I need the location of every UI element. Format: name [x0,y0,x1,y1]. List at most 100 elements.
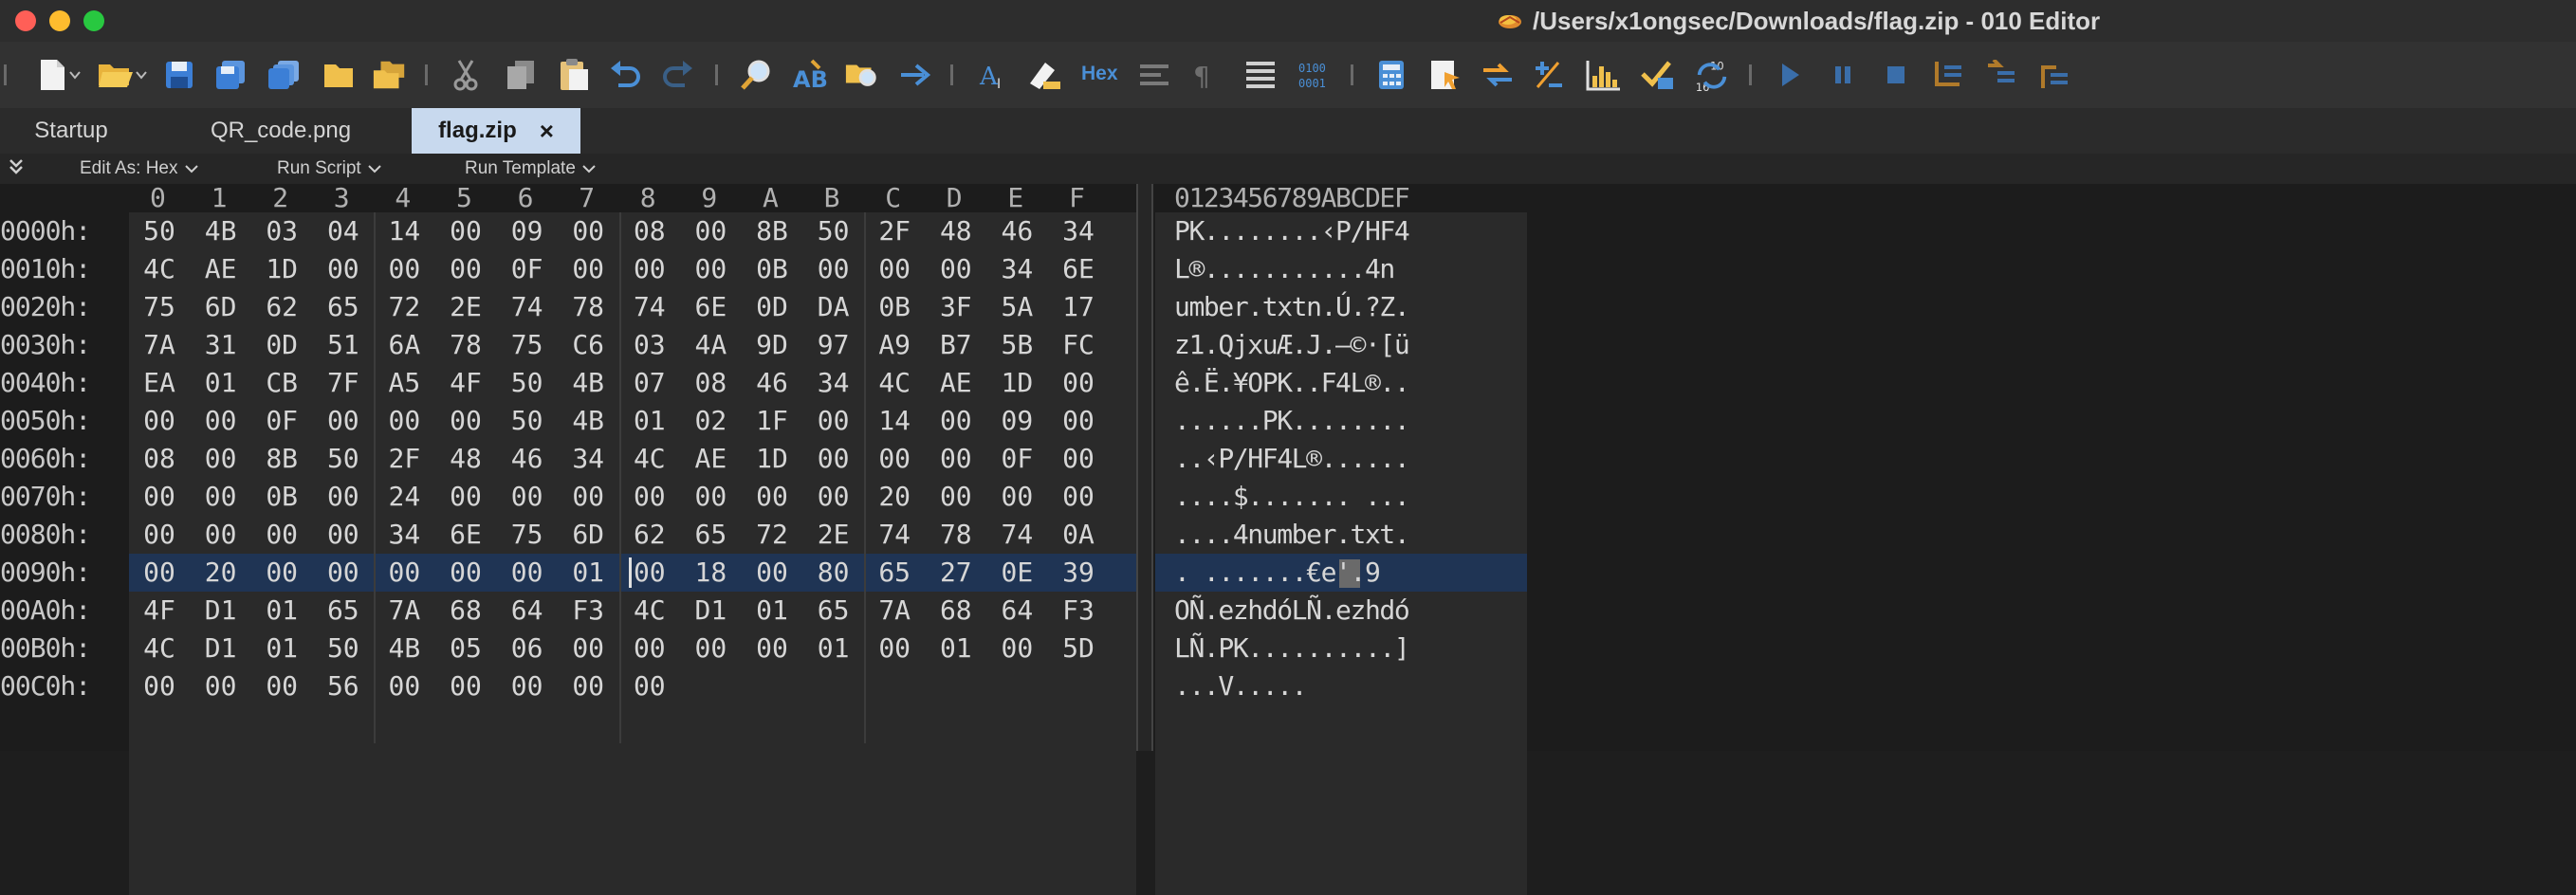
hex-byte[interactable]: 8B [251,440,312,478]
save-all-icon[interactable] [266,57,302,93]
hex-byte[interactable]: 7A [374,592,434,630]
hex-byte[interactable]: 6D [191,288,251,326]
hex-byte[interactable]: 02 [680,402,741,440]
hex-byte[interactable]: C6 [558,326,618,364]
hex-byte[interactable]: 00 [803,440,864,478]
hex-byte[interactable]: 4C [619,440,680,478]
hex-byte[interactable]: 0D [742,288,802,326]
hex-byte[interactable]: 18 [680,554,741,592]
hex-byte[interactable]: 00 [680,250,741,288]
hex-byte[interactable]: A5 [374,364,434,402]
replace-icon[interactable]: AB [791,57,827,93]
hex-byte[interactable]: 46 [742,364,802,402]
hex-byte[interactable]: 7F [313,364,374,402]
hex-byte[interactable]: 00 [1048,402,1109,440]
open-workspace-icon[interactable] [372,57,408,93]
hex-byte[interactable]: 72 [374,288,434,326]
hex-byte[interactable]: 00 [864,630,925,667]
hex-byte[interactable]: 4C [864,364,925,402]
hex-byte[interactable]: 00 [313,554,374,592]
hex-byte[interactable]: 75 [129,288,190,326]
hex-byte[interactable]: 00 [191,440,251,478]
tab-startup[interactable]: Startup [0,108,142,154]
hex-byte[interactable]: 00 [742,554,802,592]
inspector-icon[interactable] [1426,57,1463,93]
chevron-down-icon[interactable] [66,57,83,93]
save-as-icon[interactable] [212,57,248,93]
hex-byte[interactable]: D1 [191,592,251,630]
hex-byte[interactable]: 08 [129,440,190,478]
hex-byte[interactable]: 00 [435,554,496,592]
copy-icon[interactable] [503,57,539,93]
hex-byte[interactable]: 7A [129,326,190,364]
hex-byte[interactable]: 4B [374,630,434,667]
hex-byte[interactable]: 64 [986,592,1047,630]
hex-byte[interactable]: 4F [129,592,190,630]
hex-byte[interactable]: 01 [803,630,864,667]
hex-byte[interactable]: 0B [251,478,312,516]
hex-byte[interactable]: 6E [435,516,496,554]
maximize-window-button[interactable] [83,10,104,31]
hex-byte[interactable]: 0D [251,326,312,364]
hex-byte[interactable]: EA [129,364,190,402]
new-file-icon[interactable] [34,57,70,93]
hex-byte[interactable]: 65 [803,592,864,630]
hex-byte[interactable]: 00 [435,250,496,288]
hex-byte[interactable]: 46 [986,212,1047,250]
hex-byte[interactable]: 01 [251,630,312,667]
hex-byte[interactable]: 01 [251,592,312,630]
hex-byte[interactable]: 80 [803,554,864,592]
plus-minus-icon[interactable] [1531,57,1567,93]
hex-byte[interactable]: 00 [619,250,680,288]
hex-byte[interactable]: 5D [1048,630,1109,667]
hex-byte[interactable]: 00 [251,554,312,592]
hex-byte[interactable]: 00 [558,250,618,288]
hex-byte[interactable]: 4B [558,402,618,440]
hex-byte[interactable]: 01 [558,554,618,592]
hex-byte[interactable]: 01 [742,592,802,630]
hex-byte[interactable]: 72 [742,516,802,554]
hex-byte[interactable]: 00 [926,402,986,440]
open-folder-icon[interactable] [321,57,357,93]
hex-byte[interactable]: 46 [497,440,558,478]
hex-byte[interactable]: 0B [864,288,925,326]
run-icon[interactable] [1772,57,1808,93]
ascii-row[interactable]: ....$....... ... [1155,478,1527,516]
cut-icon[interactable] [448,57,484,93]
hex-byte[interactable]: 0F [251,402,312,440]
hex-byte[interactable]: 50 [313,440,374,478]
step-in-icon[interactable] [1929,57,1965,93]
hex-byte[interactable]: 00 [864,440,925,478]
hex-byte[interactable]: FC [1048,326,1109,364]
hex-byte[interactable]: 00 [129,554,190,592]
hex-byte[interactable]: 4B [191,212,251,250]
hex-byte[interactable]: 39 [1048,554,1109,592]
hex-byte[interactable]: 00 [1048,440,1109,478]
pane-splitter[interactable] [1136,184,1153,751]
hex-byte[interactable]: 00 [1048,364,1109,402]
hex-byte[interactable]: 20 [864,478,925,516]
hex-byte[interactable]: 00 [129,478,190,516]
hex-byte[interactable]: 09 [497,212,558,250]
hex-byte[interactable]: D1 [191,630,251,667]
hex-byte[interactable]: 03 [619,326,680,364]
hex-byte[interactable]: 00 [864,250,925,288]
hex-byte[interactable]: 34 [1048,212,1109,250]
hex-byte[interactable]: 4A [680,326,741,364]
step-out-icon[interactable] [2035,57,2071,93]
hex-byte[interactable]: 00 [129,402,190,440]
hex-byte[interactable]: 03 [251,212,312,250]
hex-byte[interactable]: 00 [251,516,312,554]
binary-icon[interactable]: 0100 0001 [1296,57,1332,93]
close-tab-icon[interactable]: × [540,117,554,146]
hex-byte[interactable]: 00 [497,478,558,516]
hex-byte[interactable]: 74 [619,288,680,326]
hex-byte[interactable]: 00 [129,516,190,554]
hex-byte[interactable]: 5B [986,326,1047,364]
hex-byte[interactable]: 00 [313,402,374,440]
compare-icon[interactable] [1136,57,1172,93]
run-template-dropdown[interactable]: Run Template [465,158,597,179]
hex-byte[interactable]: 00 [680,478,741,516]
hex-byte[interactable]: 65 [313,288,374,326]
hex-byte[interactable]: 05 [435,630,496,667]
